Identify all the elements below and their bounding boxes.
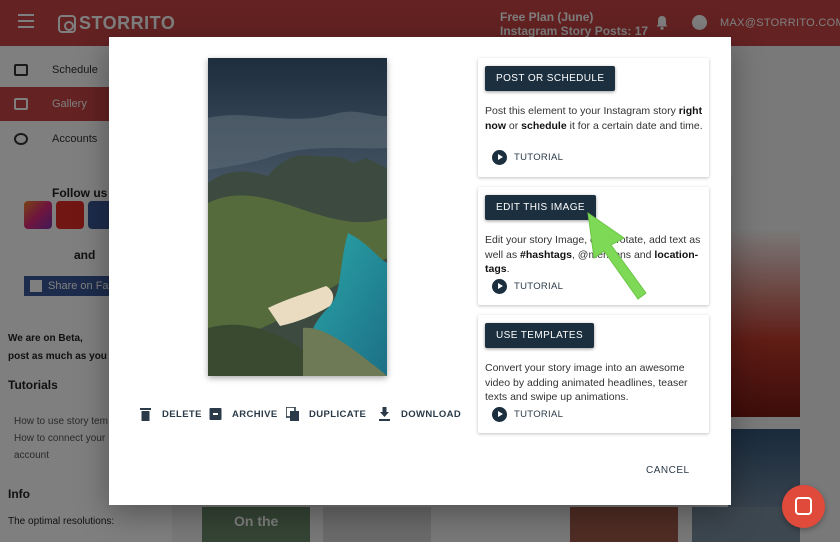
download-button[interactable]: DOWNLOAD xyxy=(378,407,461,421)
tutorial-label: TUTORIAL xyxy=(514,281,564,292)
story-detail-dialog: DELETE ARCHIVE DUPLICATE DOWNLOAD POST O… xyxy=(109,37,731,505)
edit-this-image-button[interactable]: EDIT THIS IMAGE xyxy=(485,195,596,220)
post-or-schedule-panel: POST OR SCHEDULE Post this element to yo… xyxy=(478,58,709,177)
tutorial-link[interactable]: TUTORIAL xyxy=(492,150,563,165)
duplicate-label: DUPLICATE xyxy=(309,408,367,420)
tutorial-link[interactable]: TUTORIAL xyxy=(492,407,563,422)
tutorial-label: TUTORIAL xyxy=(514,409,564,420)
download-icon xyxy=(379,407,390,421)
use-templates-button[interactable]: USE TEMPLATES xyxy=(485,323,595,348)
play-icon xyxy=(492,279,507,294)
story-image-preview xyxy=(208,58,387,376)
tutorial-link[interactable]: TUTORIAL xyxy=(492,279,563,294)
download-label: DOWNLOAD xyxy=(401,408,462,420)
post-or-schedule-button[interactable]: POST OR SCHEDULE xyxy=(485,66,616,91)
panel-description: Convert your story image into an awesome… xyxy=(485,362,688,403)
panel-description: Post this element to your Instagram stor… xyxy=(485,105,703,132)
chat-support-button[interactable] xyxy=(782,485,825,528)
archive-label: ARCHIVE xyxy=(232,408,278,420)
delete-label: DELETE xyxy=(162,408,202,420)
edit-image-panel: EDIT THIS IMAGE Edit your story Image, c… xyxy=(478,187,709,305)
tutorial-label: TUTORIAL xyxy=(514,152,564,163)
chat-icon xyxy=(795,497,812,515)
cancel-button[interactable]: CANCEL xyxy=(646,465,690,476)
panel-description: Edit your story Image, crop, rotate, add… xyxy=(485,234,701,275)
trash-icon xyxy=(140,408,151,421)
play-icon xyxy=(492,407,507,422)
play-icon xyxy=(492,150,507,165)
duplicate-icon xyxy=(286,407,299,421)
archive-icon xyxy=(209,408,222,420)
use-templates-panel: USE TEMPLATES Convert your story image i… xyxy=(478,315,709,433)
landscape-image xyxy=(208,58,387,376)
archive-button[interactable]: ARCHIVE xyxy=(209,407,278,421)
duplicate-button[interactable]: DUPLICATE xyxy=(286,407,366,421)
delete-button[interactable]: DELETE xyxy=(139,407,202,421)
